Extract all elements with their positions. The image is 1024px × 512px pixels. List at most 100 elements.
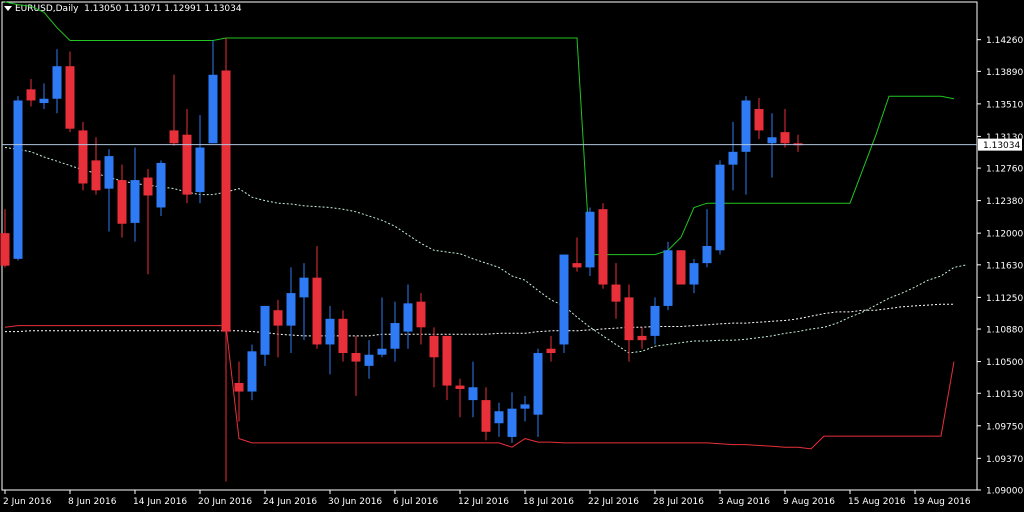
candle-body — [754, 109, 764, 131]
candle — [559, 254, 569, 354]
candle — [611, 263, 621, 319]
candle — [715, 160, 725, 255]
candle-body — [546, 348, 556, 354]
upper-band-line — [4, 1, 955, 256]
candle — [325, 305, 335, 375]
candle — [91, 137, 101, 195]
candles — [0, 37, 803, 482]
candle — [403, 284, 413, 349]
candle — [26, 79, 36, 107]
candle-body — [663, 250, 673, 306]
candle — [377, 297, 387, 358]
candle — [65, 51, 75, 133]
candle — [533, 348, 543, 437]
candle-body — [299, 277, 309, 298]
x-tick-label: 24 Jun 2016 — [263, 497, 317, 507]
candle-body — [260, 305, 270, 355]
candle-body — [624, 297, 634, 341]
candle — [364, 340, 374, 379]
candle — [455, 378, 465, 418]
candle-body — [78, 130, 88, 184]
candle — [637, 327, 647, 349]
candle — [351, 335, 361, 396]
x-tick-label: 19 Aug 2016 — [913, 497, 971, 507]
candle — [247, 344, 257, 401]
x-tick-label: 9 Aug 2016 — [783, 497, 835, 507]
candle-body — [143, 177, 153, 196]
candle — [585, 207, 595, 276]
candle-body — [91, 160, 101, 191]
candle — [208, 40, 218, 144]
candle-body — [13, 100, 23, 259]
candle — [741, 96, 751, 195]
candle-body — [650, 305, 660, 336]
x-tick-label: 28 Jul 2016 — [653, 497, 704, 507]
candle — [182, 109, 192, 204]
candle — [416, 293, 426, 345]
candle-body — [533, 353, 543, 415]
candle-body — [728, 151, 738, 165]
current-price-marker: 1.13034 — [2, 138, 1022, 151]
candle — [273, 299, 283, 358]
candle — [546, 335, 556, 362]
x-tick-label: 12 Jul 2016 — [458, 497, 509, 507]
candle-body — [611, 284, 621, 302]
y-tick-label: 1.13130 — [986, 133, 1023, 143]
candle — [286, 267, 296, 354]
candle — [650, 297, 660, 345]
y-tick-label: 1.10130 — [986, 390, 1023, 400]
y-tick-label: 1.12000 — [986, 230, 1023, 240]
candle — [520, 395, 530, 422]
price-chart[interactable]: 1.13034 1.14260 1.13890 1.13510 1.13130 1.12… — [0, 0, 1024, 512]
candle-body — [117, 180, 127, 224]
candle — [221, 37, 231, 482]
y-tick-label: 1.09370 — [986, 455, 1023, 465]
candle — [195, 115, 205, 204]
candle — [663, 241, 673, 311]
date-axis: 2 Jun 2016 8 Jun 2016 14 Jun 2016 20 Jun 20… — [3, 490, 971, 507]
ma-long-line — [5, 303, 954, 337]
x-tick-label: 15 Aug 2016 — [848, 497, 906, 507]
candle — [338, 310, 348, 362]
candle-body — [637, 335, 647, 341]
candle — [156, 160, 166, 217]
candle-body — [208, 74, 218, 144]
candle-body — [182, 134, 192, 195]
candle-body — [481, 400, 491, 432]
candle — [390, 301, 400, 362]
candle-body — [104, 156, 114, 189]
x-tick-label: 8 Jun 2016 — [68, 497, 117, 507]
candle — [260, 305, 270, 366]
candle — [39, 83, 49, 110]
y-tick-label: 1.14260 — [986, 36, 1023, 46]
candle — [481, 387, 491, 441]
candle — [728, 121, 738, 191]
candle-body — [559, 254, 569, 345]
candle-body — [65, 66, 75, 129]
candle-body — [507, 408, 517, 437]
candle-body — [286, 293, 296, 326]
candle — [702, 209, 712, 268]
candle-body — [221, 70, 231, 332]
y-tick-label: 1.09750 — [986, 422, 1023, 432]
candle-body — [390, 323, 400, 349]
candle-body — [0, 233, 10, 266]
y-tick-label: 1.10880 — [986, 326, 1023, 336]
x-tick-label: 2 Jun 2016 — [3, 497, 52, 507]
candle-body — [767, 137, 777, 144]
candle — [312, 246, 322, 349]
candle-body — [585, 211, 595, 268]
x-tick-label: 30 Jun 2016 — [328, 497, 382, 507]
y-tick-label: 1.12760 — [986, 165, 1023, 175]
candle — [130, 147, 140, 242]
candle-body — [338, 318, 348, 354]
candle — [429, 327, 439, 388]
candle-body — [312, 277, 322, 345]
x-tick-label: 22 Jul 2016 — [588, 497, 639, 507]
candle-body — [572, 263, 582, 268]
candle-body — [130, 180, 140, 223]
lower-band-line — [4, 325, 955, 450]
candle — [13, 96, 23, 261]
candle — [104, 149, 114, 232]
candle-body — [689, 263, 699, 285]
